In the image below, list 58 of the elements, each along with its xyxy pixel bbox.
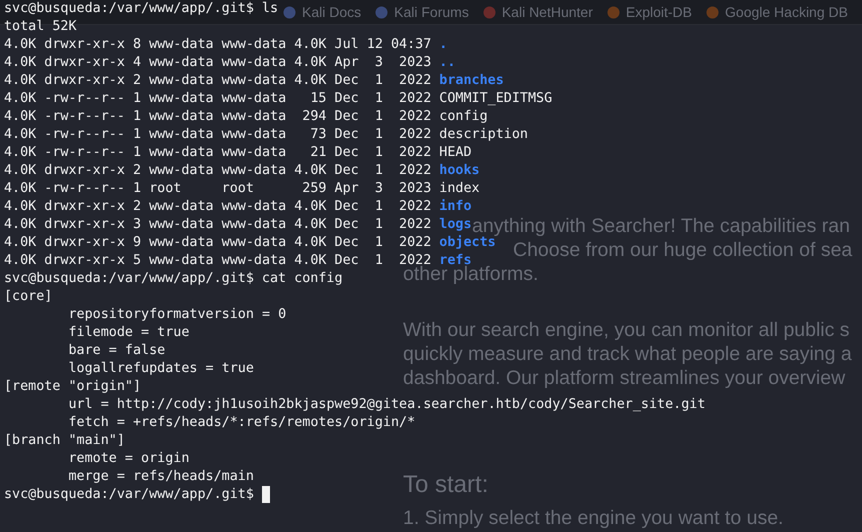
directory-name: hooks [439,162,480,180]
directory-name: . [439,36,448,54]
terminal-output-line: [remote "origin"] [4,378,142,396]
bookmark-favicon-icon[interactable] [706,6,720,18]
bookmark-favicon-icon[interactable] [482,6,496,18]
bookmark-favicon-icon[interactable] [283,6,296,18]
file-details: 4.0K -rw-r--r-- 1 root root 259 Apr 3 2023 [4,180,432,198]
file-details: 4.0K -rw-r--r-- 1 www-data www-data 294 Dec 1 2022 [4,108,432,126]
terminal-output-line: logallrefupdates = true [68,360,254,378]
file-details: 4.0K drwxr-xr-x 4 www-data www-data 4.0K Apr 3 2023 [4,54,432,72]
page-list-item: 1. Simply select the engine you want to use. [403,506,784,530]
bookmark-favicon-icon[interactable] [606,6,620,18]
directory-name: objects [439,235,496,252]
terminal-output-line: bare = false [68,342,166,360]
page-heading: To start: [403,470,488,500]
bookmark-link[interactable]: Kali Forums [394,4,469,20]
file-name: config [439,108,488,126]
page-paragraph-line: anything with Searcher! The capabilities ran [472,214,850,237]
shell-prompt: svc@busqueda:/var/www/app/.git$ [4,0,254,18]
page-paragraph-line: Choose from our huge collection of sea [513,238,852,262]
shell-prompt: svc@busqueda:/var/www/app/.git$ [4,270,254,288]
file-name: HEAD [439,144,472,162]
file-details: 4.0K -rw-r--r-- 1 www-data www-data 15 Dec 1 2022 [4,90,432,108]
terminal-output-line: repositoryformatversion = 0 [68,306,286,324]
directory-name: info [439,198,472,216]
directory-name: .. [439,54,456,72]
bookmark-link[interactable]: Exploit-DB [626,4,692,20]
directory-name: logs [439,216,472,234]
terminal-output-line: merge = refs/heads/main [68,468,254,486]
terminal-output-line: remote = origin [68,450,190,468]
bookmark-link[interactable]: Kali Docs [302,4,362,20]
command-text: cat config [262,270,343,288]
file-details: 4.0K drwxr-xr-x 2 www-data www-data 4.0K Dec 1 2022 [4,198,432,216]
page-paragraph-line: dashboard. Our platform streamlines your overview [403,366,846,390]
terminal-output-line: fetch = +refs/heads/*:refs/remotes/origin/* [68,414,416,432]
bookmark-link[interactable]: Kali NetHunter [502,4,593,20]
file-details: 4.0K drwxr-xr-x 2 www-data www-data 4.0K Dec 1 2022 [4,162,432,180]
file-details: 4.0K -rw-r--r-- 1 www-data www-data 21 Dec 1 2022 [4,144,432,162]
page-paragraph-line: quickly measure and track what people are saying a [403,342,852,366]
page-paragraph-line: With our search engine, you can monitor all public s [403,318,850,342]
file-name: index [439,180,480,198]
file-details: 4.0K drwxr-xr-x 9 www-data www-data 4.0K Dec 1 2022 [4,234,432,252]
terminal-output-line: total 52K [4,18,77,36]
bookmark-link[interactable]: Google Hacking DB [725,4,848,20]
terminal-output-line: [core] [4,288,52,306]
file-details: 4.0K drwxr-xr-x 3 www-data www-data 4.0K Dec 1 2022 [4,216,432,234]
file-details: 4.0K drwxr-xr-x 2 www-data www-data 4.0K Dec 1 2022 [4,72,432,90]
directory-name: branches [439,72,504,90]
terminal-output-line: [branch "main"] [4,432,125,450]
command-text: ls [262,0,278,18]
terminal-output-line: url = http://cody:jh1usoih2bkjaspwe92@gitea.searcher.htb/cody/Searcher_site.git [68,396,706,414]
shell-prompt: svc@busqueda:/var/www/app/.git$ [4,486,254,504]
file-details: 4.0K -rw-r--r-- 1 www-data www-data 73 Dec 1 2022 [4,126,432,144]
file-name: COMMIT_EDITMSG [439,90,552,108]
terminal-output-line: filemode = true [68,324,190,342]
file-name: description [439,126,528,144]
file-details: 4.0K drwxr-xr-x 8 www-data www-data 4.0K Jul 12 04:37 [4,36,432,54]
bookmark-favicon-icon[interactable] [375,6,388,18]
